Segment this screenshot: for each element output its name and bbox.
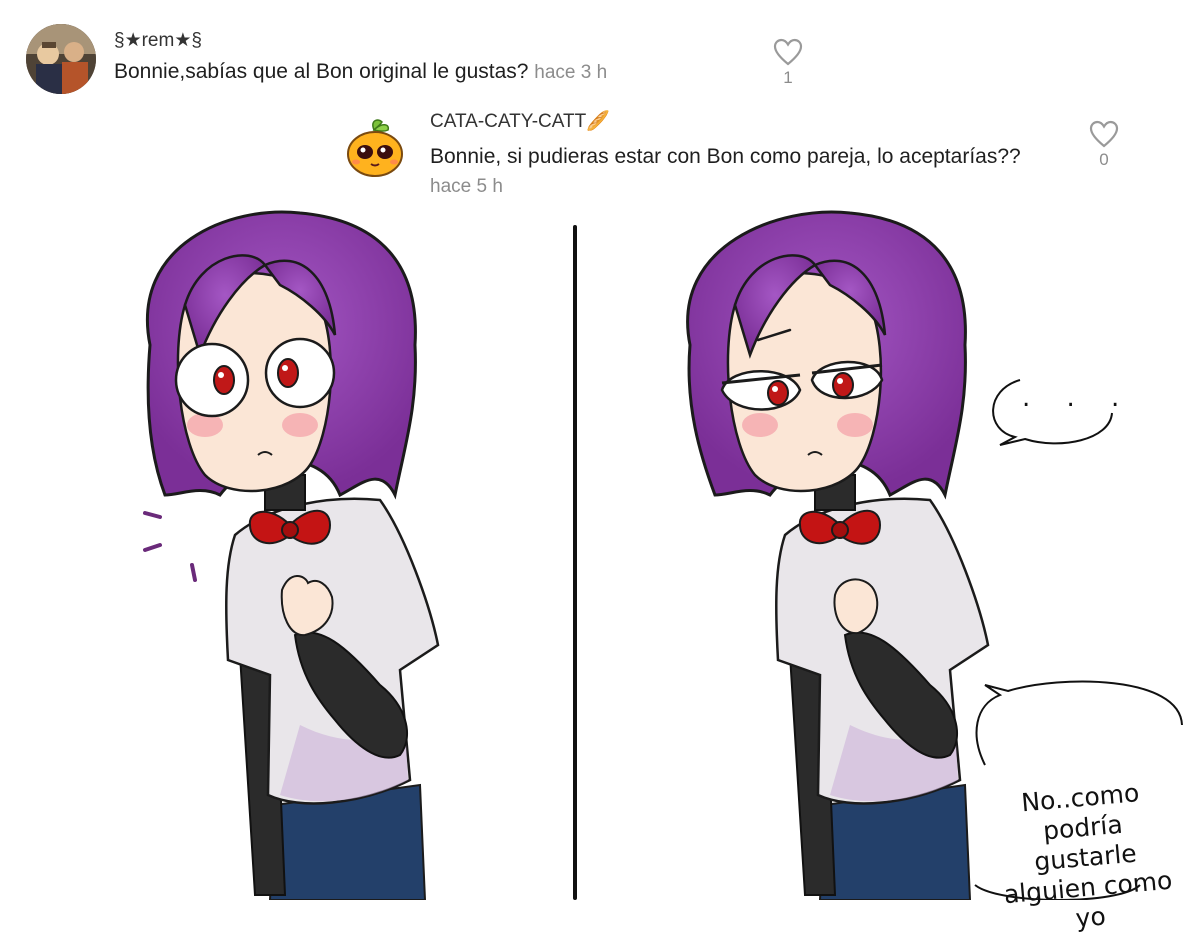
comment-timestamp: hace 3 h: [534, 62, 608, 83]
heart-icon: [773, 38, 803, 66]
orange-fruit-character-icon: [347, 119, 403, 177]
comment-body: Bonnie, si pudieras estar con Bon como p…: [430, 145, 1021, 168]
profile-photo-icon: [26, 24, 96, 94]
comment-username[interactable]: §★rem★§: [114, 29, 202, 52]
comment-1: §★rem★§ Bonnie,sabías que al Bon origina…: [26, 24, 826, 104]
speech-bubble-dots: . . .: [1022, 383, 1134, 413]
speech-bubble-text: No..como podría gustarle alguien como yo: [982, 775, 1189, 941]
bonnie-right-figure: [686, 210, 990, 900]
comment-2: CATA-CATY-CATT🥖 Bonnie, si pudieras esta…: [344, 106, 1134, 202]
comment-timestamp: hace 5 h: [430, 176, 503, 197]
like-count: 1: [783, 68, 793, 87]
like-count: 0: [1099, 150, 1109, 169]
panel-divider: [573, 225, 577, 900]
heart-icon: [1089, 120, 1119, 148]
bonnie-left-figure: [143, 210, 440, 900]
avatar[interactable]: [26, 24, 96, 94]
comment-username[interactable]: CATA-CATY-CATT🥖: [430, 109, 610, 133]
comment-body: Bonnie,sabías que al Bon original le gus…: [114, 60, 529, 83]
avatar[interactable]: [344, 116, 406, 178]
like-button[interactable]: 1: [770, 38, 806, 88]
comic-illustration: . . . No..como podría gustarle alguien c…: [0, 205, 1200, 933]
like-button[interactable]: 0: [1086, 120, 1122, 170]
comment-text: Bonnie,sabías que al Bon original le gus…: [114, 60, 607, 84]
